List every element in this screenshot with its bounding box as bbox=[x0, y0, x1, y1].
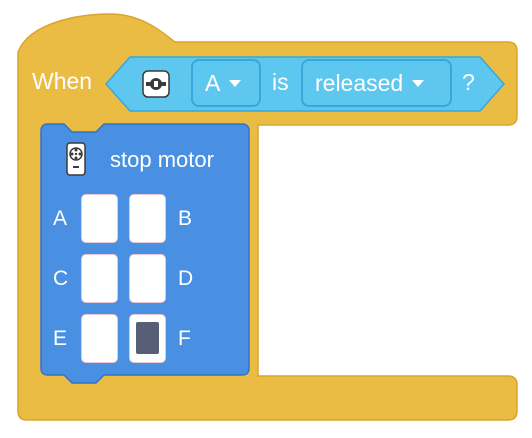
port-label-d: D bbox=[178, 267, 194, 290]
port-d-toggle[interactable] bbox=[129, 254, 166, 303]
motor-icon bbox=[66, 142, 86, 181]
port-b-toggle[interactable] bbox=[129, 194, 166, 243]
port-label-b: B bbox=[178, 207, 193, 230]
stop-motor-label: stop motor bbox=[110, 147, 214, 172]
port-c-toggle[interactable] bbox=[81, 254, 118, 303]
port-label-c: C bbox=[53, 267, 69, 290]
port-f-toggle[interactable] bbox=[129, 314, 166, 363]
port-f-selected-indicator bbox=[136, 322, 159, 354]
port-e-toggle[interactable] bbox=[81, 314, 118, 363]
port-label-e: E bbox=[53, 327, 68, 350]
port-label-a: A bbox=[53, 207, 68, 230]
port-label-f: F bbox=[178, 327, 191, 350]
port-a-toggle[interactable] bbox=[81, 194, 118, 243]
stop-motor-block[interactable] bbox=[0, 0, 532, 438]
